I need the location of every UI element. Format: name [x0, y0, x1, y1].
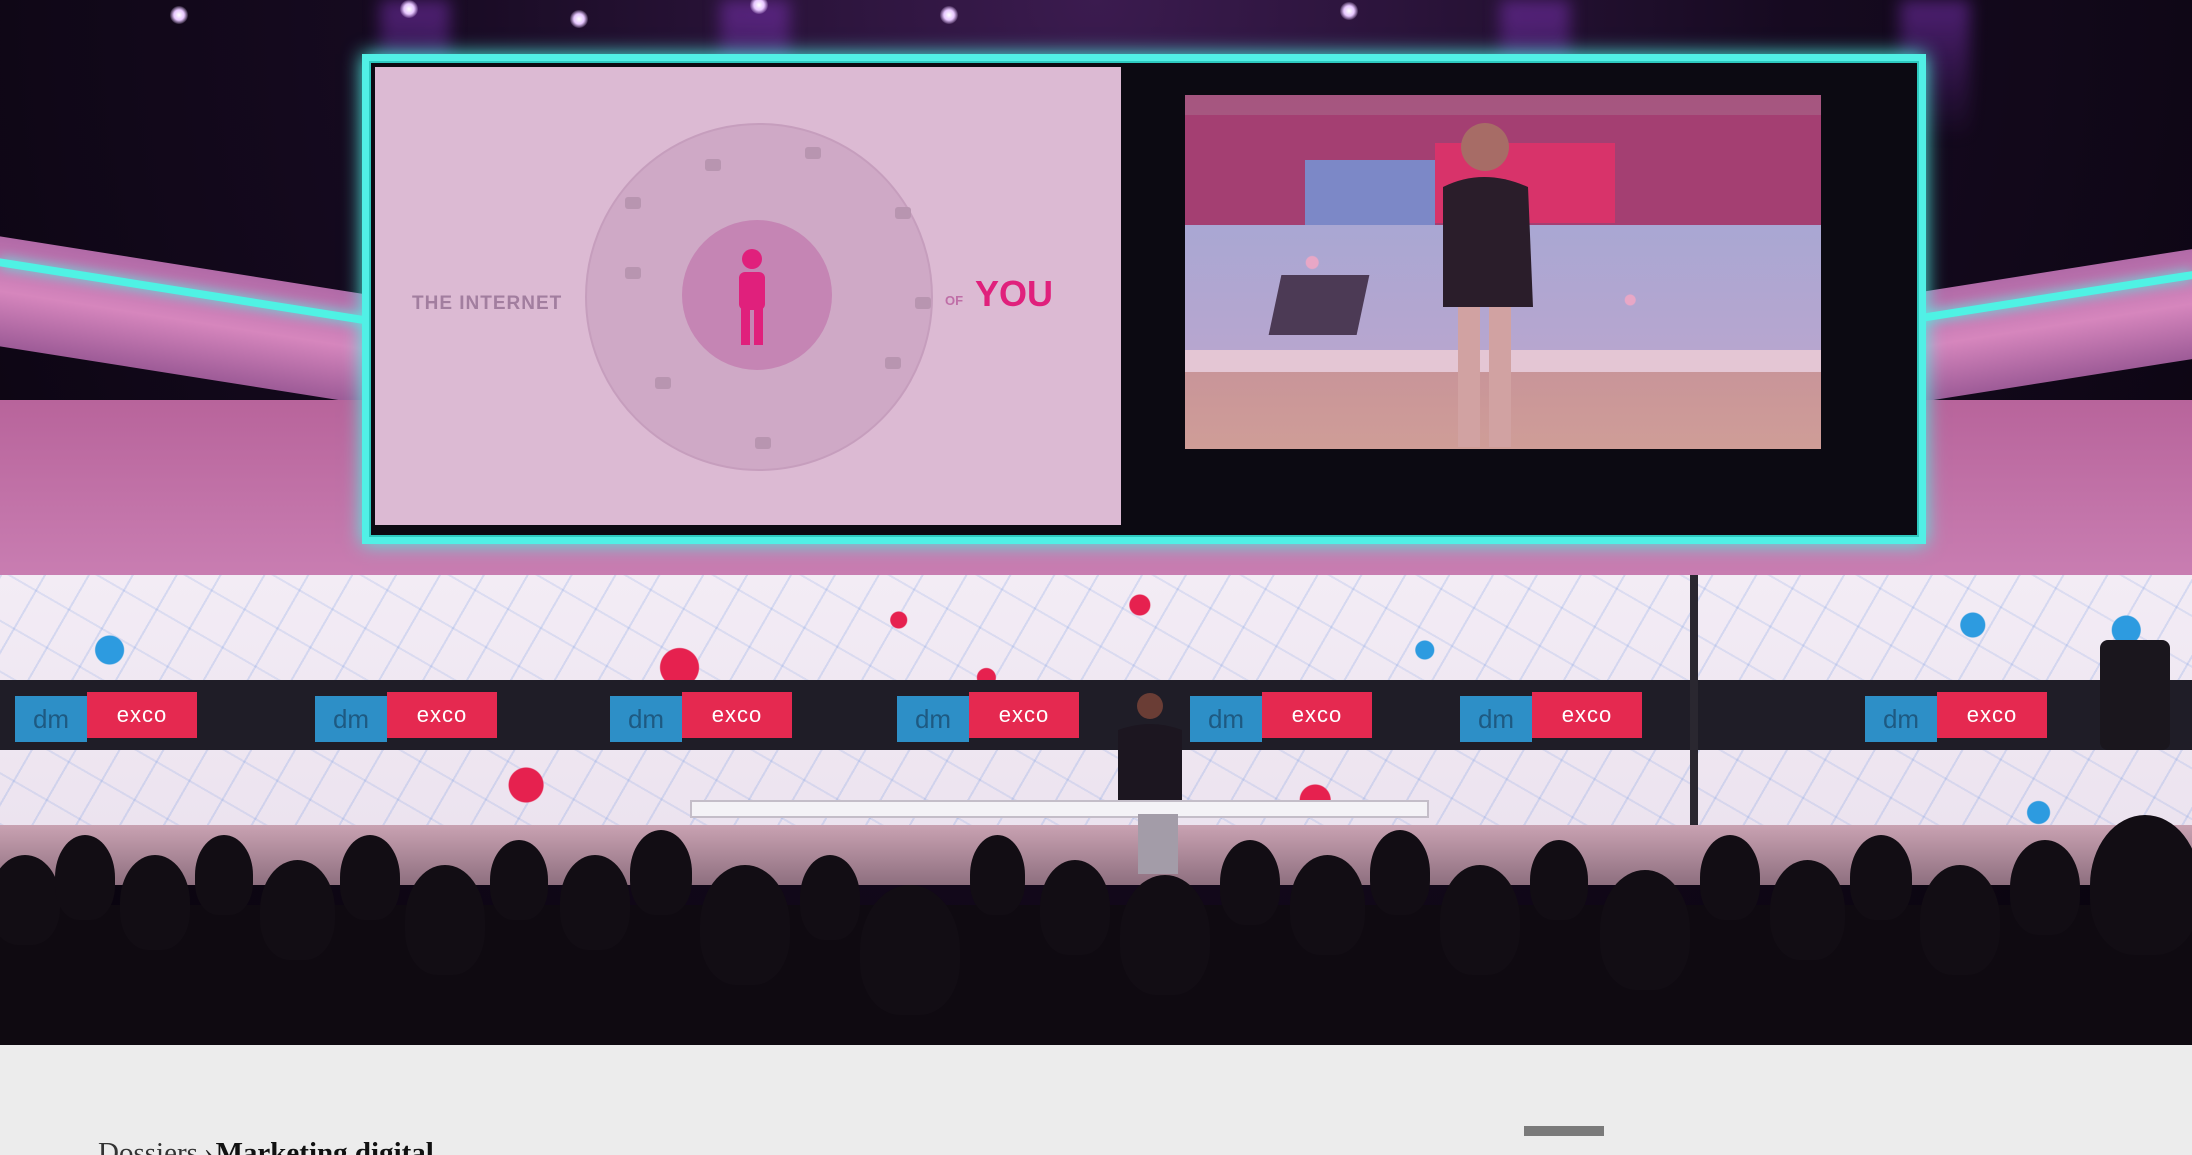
video-camera	[2100, 640, 2170, 750]
stage-light	[170, 6, 188, 24]
breadcrumb-current: Marketing digital	[215, 1137, 434, 1155]
breadcrumb-link-dossiers[interactable]: Dossiers	[98, 1137, 198, 1155]
audience	[0, 815, 2192, 1045]
presentation-screen: THE INTERNET OF YOU	[362, 54, 1926, 544]
laptop	[1268, 275, 1370, 335]
stage-desk	[690, 800, 1429, 818]
stage-light	[1340, 2, 1358, 20]
speaker-figure	[1118, 693, 1182, 800]
stage-light	[940, 6, 958, 24]
led-wall: dm exco dm exco dm exco dm exco dm exco dm exc…	[0, 575, 2192, 825]
slide-text-of: OF	[945, 293, 964, 308]
stage-light	[400, 0, 418, 18]
hero-image: THE INTERNET OF YOU dm exco dm exco dm e…	[0, 0, 2192, 1045]
speaker-video-feed	[1185, 95, 1821, 449]
breadcrumb: Dossiers ›Marketing digital	[98, 1137, 434, 1155]
stage-light	[570, 10, 588, 28]
breadcrumb-separator: ›	[203, 1137, 214, 1155]
presentation-slide: THE INTERNET OF YOU	[375, 67, 1121, 525]
led-divider	[1690, 575, 1698, 825]
slide-text-you: YOU	[975, 273, 1054, 314]
stage-wing-right	[1902, 249, 2192, 405]
menu-handle[interactable]	[1524, 1126, 1604, 1136]
stage-wing-left	[0, 236, 370, 405]
brand-bar: dm exco dm exco dm exco dm exco dm exco dm exc…	[0, 680, 2192, 750]
content-header: Dossiers ›Marketing digital	[0, 1045, 2192, 1155]
speaker-closeup	[1443, 123, 1533, 447]
slide-text-internet: THE INTERNET	[412, 293, 563, 314]
person-icon	[739, 249, 765, 345]
page: THE INTERNET OF YOU dm exco dm exco dm e…	[0, 0, 2192, 1155]
